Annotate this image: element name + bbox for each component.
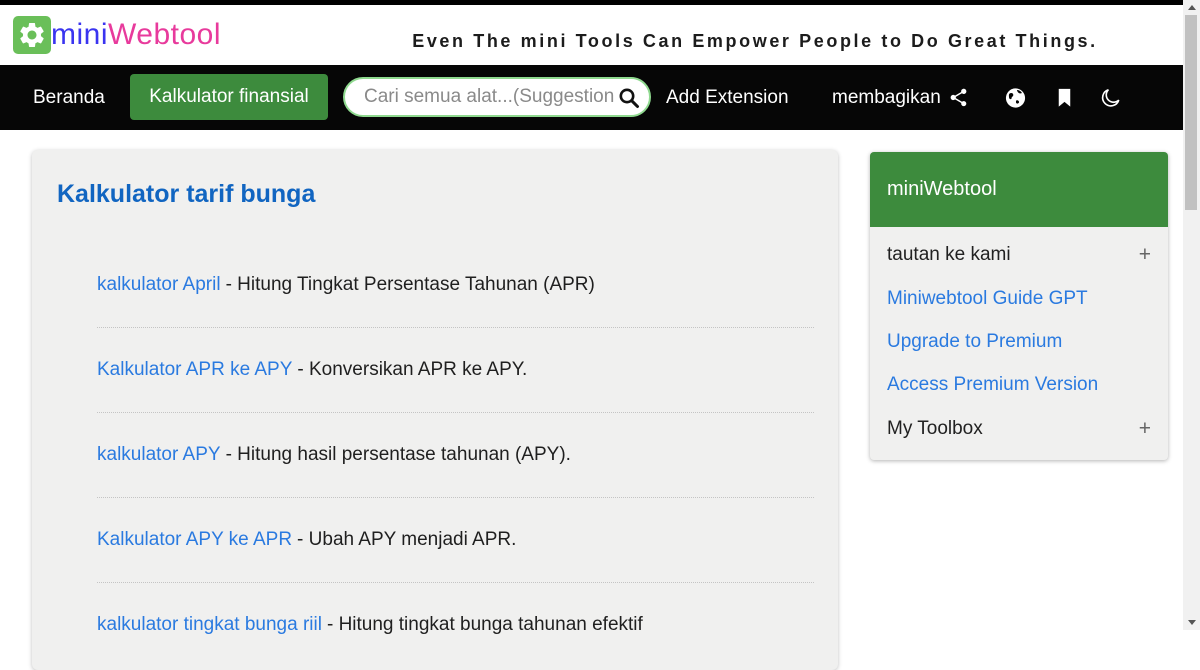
tool-description: - Hitung Tingkat Persentase Tahunan (APR… bbox=[225, 274, 595, 295]
list-item: Kalkulator APY ke APR - Ubah APY menjadi … bbox=[97, 498, 814, 583]
scrollbar-up-arrow[interactable] bbox=[1183, 0, 1200, 15]
page-title: Kalkulator tarif bunga bbox=[57, 180, 316, 208]
nav-add-extension-link[interactable]: Add Extension bbox=[666, 87, 789, 109]
share-label: membagikan bbox=[832, 86, 941, 108]
nav-share-button[interactable]: membagikan bbox=[832, 87, 969, 109]
sidebar-header: miniWebtool bbox=[870, 152, 1168, 227]
dark-mode-moon-icon[interactable] bbox=[1099, 86, 1122, 109]
search-input[interactable] bbox=[345, 79, 649, 115]
language-globe-icon[interactable] bbox=[1004, 86, 1027, 109]
sidebar-item-access-premium[interactable]: Access Premium Version bbox=[870, 364, 1168, 407]
sidebar: miniWebtool tautan ke kami + Miniwebtool… bbox=[870, 152, 1168, 460]
scrollbar-down-arrow[interactable] bbox=[1183, 615, 1200, 630]
list-item: Kalkulator APR ke APY - Konversikan APR k… bbox=[97, 328, 814, 413]
tool-link-apr-to-apy[interactable]: Kalkulator APR ke APY bbox=[97, 359, 292, 380]
site-tagline: Even The mini Tools Can Empower People t… bbox=[412, 31, 1098, 51]
list-item: kalkulator tingkat bunga riil - Hitung ti… bbox=[97, 583, 814, 667]
tool-link-apy-calculator[interactable]: kalkulator APY bbox=[97, 444, 221, 465]
site-logo[interactable]: miniWebtool bbox=[13, 16, 221, 54]
list-item: kalkulator APY - Hitung hasil persentase … bbox=[97, 413, 814, 498]
share-nodes-icon bbox=[950, 88, 967, 107]
tool-description: - Konversikan APR ke APY. bbox=[297, 359, 528, 380]
tool-link-apr-calculator[interactable]: kalkulator April bbox=[97, 274, 221, 295]
plus-expand-icon[interactable]: + bbox=[1139, 243, 1151, 267]
list-item: kalkulator April - Hitung Tingkat Persent… bbox=[97, 243, 814, 328]
search-box bbox=[343, 77, 651, 117]
tool-link-real-interest-rate[interactable]: kalkulator tingkat bunga riil bbox=[97, 614, 322, 635]
gear-icon bbox=[13, 16, 51, 54]
nav-home-link[interactable]: Beranda bbox=[33, 87, 105, 109]
scrollbar[interactable] bbox=[1183, 0, 1200, 630]
tool-link-apy-to-apr[interactable]: Kalkulator APY ke APR bbox=[97, 529, 292, 550]
search-icon[interactable] bbox=[617, 86, 641, 110]
brand-name-suffix: Webtool bbox=[108, 18, 222, 51]
sidebar-item-link-to-us[interactable]: tautan ke kami + bbox=[870, 233, 1168, 278]
tool-description: - Ubah APY menjadi APR. bbox=[297, 529, 517, 550]
sidebar-item-my-toolbox[interactable]: My Toolbox + bbox=[870, 407, 1168, 452]
main-content-card: Kalkulator tarif bunga kalkulator April -… bbox=[32, 150, 838, 670]
sidebar-item-upgrade-premium[interactable]: Upgrade to Premium bbox=[870, 321, 1168, 364]
sidebar-body: tautan ke kami + Miniwebtool Guide GPT U… bbox=[870, 227, 1168, 460]
tool-list: kalkulator April - Hitung Tingkat Persent… bbox=[97, 243, 814, 667]
scrollbar-thumb[interactable] bbox=[1185, 15, 1197, 210]
sidebar-item-guide-gpt[interactable]: Miniwebtool Guide GPT bbox=[870, 278, 1168, 321]
tool-description: - Hitung tingkat bunga tahunan efektif bbox=[326, 614, 643, 635]
bookmark-icon[interactable] bbox=[1053, 86, 1076, 109]
nav-financial-calculators-button[interactable]: Kalkulator finansial bbox=[130, 74, 328, 120]
plus-expand-icon[interactable]: + bbox=[1139, 417, 1151, 441]
brand-name-prefix: mini bbox=[51, 18, 109, 51]
tool-description: - Hitung hasil persentase tahunan (APY). bbox=[225, 444, 571, 465]
site-header: miniWebtool Even The mini Tools Can Empo… bbox=[0, 5, 1200, 65]
main-navbar: Beranda Kalkulator finansial Add Extensi… bbox=[0, 65, 1200, 130]
